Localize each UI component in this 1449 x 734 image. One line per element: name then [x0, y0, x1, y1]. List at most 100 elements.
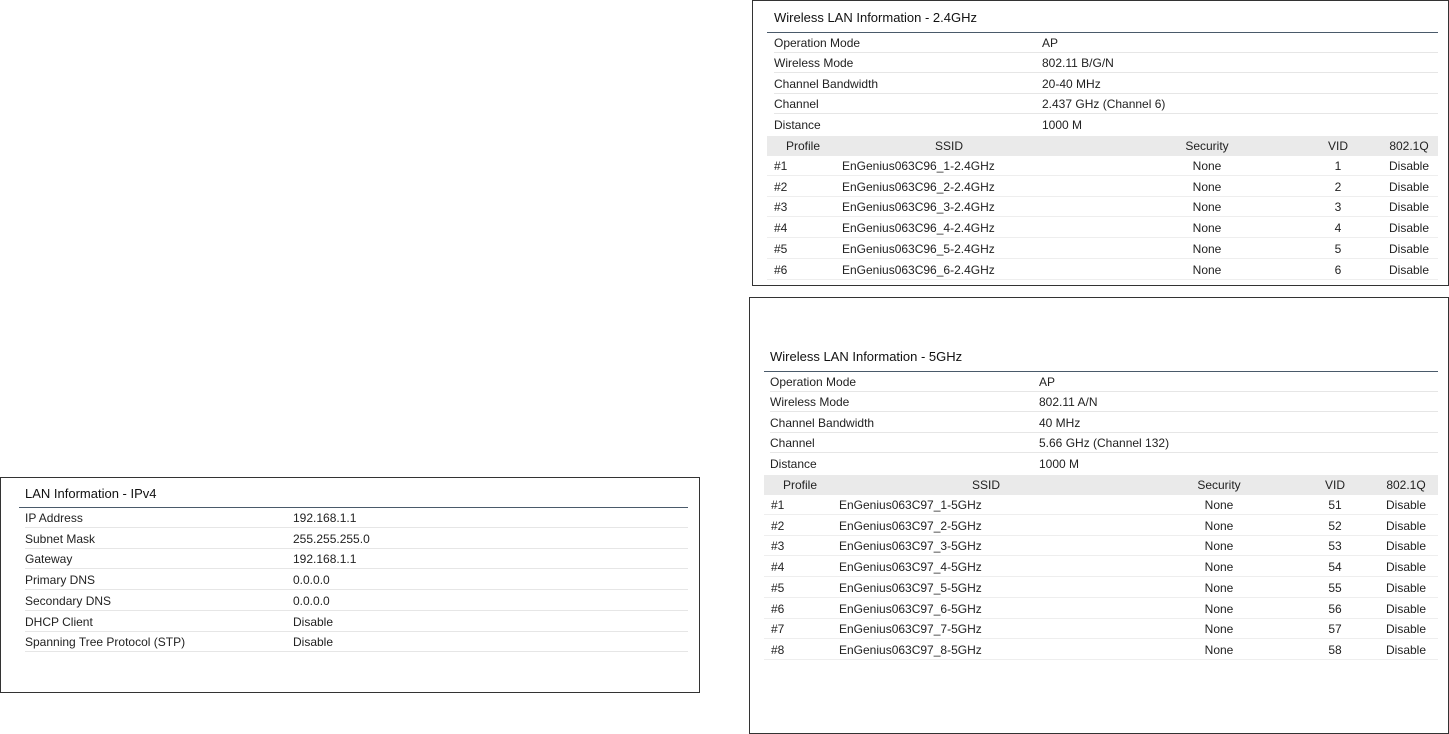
8021q-cell: Disable: [1385, 560, 1427, 575]
info-label: Gateway: [25, 552, 73, 567]
ssid-cell: EnGenius063C97_4-5GHz: [839, 560, 982, 575]
vid-cell: 55: [1328, 580, 1342, 595]
info-row-wireless-mode: Wireless Mode 802.11 B/G/N: [774, 53, 1438, 73]
info-row-distance: Distance 1000 M: [770, 454, 1438, 474]
ssid-cell: EnGenius063C97_7-5GHz: [839, 622, 982, 637]
info-value: Disable: [293, 614, 334, 629]
info-value: 5.66 GHz (Channel 132): [1039, 436, 1170, 450]
wlan-24ghz-title: Wireless LAN Information - 2.4GHz: [774, 10, 978, 25]
wlan-5ghz-panel: Wireless LAN Information - 5GHz Operatio…: [749, 297, 1449, 734]
info-label: Distance: [770, 457, 817, 471]
table-row: #6 EnGenius063C97_6-5GHz None 56 Disable: [764, 599, 1438, 619]
ssid-cell: EnGenius063C96_3-2.4GHz: [842, 200, 995, 215]
8021q-cell: Disable: [1388, 179, 1430, 194]
lan-ipv4-title: LAN Information - IPv4: [25, 486, 157, 501]
vid-cell: 51: [1328, 498, 1342, 512]
table-row: #1 EnGenius063C97_1-5GHz None 51 Disable: [764, 495, 1438, 515]
info-label: Distance: [774, 118, 821, 132]
vid-cell: 4: [1334, 221, 1342, 236]
profile-cell: #4: [771, 560, 785, 575]
ssid-cell: EnGenius063C96_5-2.4GHz: [842, 241, 995, 256]
8021q-cell: Disable: [1388, 262, 1430, 277]
security-cell: None: [1192, 262, 1222, 277]
vid-cell: 6: [1334, 262, 1342, 277]
info-row-channel: Channel 2.437 GHz (Channel 6): [774, 94, 1438, 114]
info-value: Disable: [293, 635, 334, 650]
info-row-channel-bandwidth: Channel Bandwidth 20-40 MHz: [774, 74, 1438, 94]
security-cell: None: [1204, 622, 1234, 637]
info-row-operation-mode: Operation Mode AP: [770, 372, 1438, 392]
table-row: #6 EnGenius063C96_6-2.4GHz None 6 Disable: [767, 260, 1438, 280]
info-row-channel: Channel 5.66 GHz (Channel 132): [770, 433, 1438, 453]
info-row-distance: Distance 1000 M: [774, 115, 1438, 135]
profile-cell: #5: [774, 241, 788, 256]
8021q-cell: Disable: [1388, 221, 1430, 236]
info-label: IP Address: [25, 511, 83, 525]
info-value: 192.168.1.1: [293, 511, 357, 525]
security-cell: None: [1192, 241, 1222, 256]
ssid-cell: EnGenius063C96_1-2.4GHz: [842, 159, 995, 173]
info-value: 192.168.1.1: [293, 552, 357, 567]
col-8021q-header: 802.1Q: [1386, 478, 1426, 492]
security-cell: None: [1204, 601, 1234, 616]
8021q-cell: Disable: [1388, 159, 1430, 173]
vid-cell: 1: [1334, 159, 1342, 173]
wlan-24ghz-panel: Wireless LAN Information - 2.4GHz Operat…: [752, 0, 1449, 286]
info-value: AP: [1042, 36, 1059, 50]
8021q-cell: Disable: [1385, 622, 1427, 637]
info-row-operation-mode: Operation Mode AP: [774, 33, 1438, 53]
security-cell: None: [1204, 539, 1234, 554]
security-cell: None: [1204, 498, 1234, 512]
profile-cell: #1: [771, 498, 785, 512]
info-row-channel-bandwidth: Channel Bandwidth 40 MHz: [770, 413, 1438, 433]
info-label: Subnet Mask: [25, 531, 96, 546]
8021q-cell: Disable: [1385, 601, 1427, 616]
table-row: #2 EnGenius063C97_2-5GHz None 52 Disable: [764, 516, 1438, 536]
8021q-cell: Disable: [1388, 200, 1430, 215]
security-cell: None: [1192, 159, 1222, 173]
lan-ipv4-panel: LAN Information - IPv4 IP Address 192.168…: [0, 477, 700, 693]
profile-cell: #8: [771, 642, 785, 657]
vid-cell: 53: [1328, 539, 1342, 554]
info-value: 0.0.0.0: [293, 593, 330, 608]
table-row: #5 EnGenius063C97_5-5GHz None 55 Disable: [764, 578, 1438, 598]
8021q-cell: Disable: [1385, 498, 1427, 512]
info-row: Primary DNS 0.0.0.0: [25, 570, 688, 591]
ssid-cell: EnGenius063C97_1-5GHz: [839, 498, 982, 512]
table-row: #4 EnGenius063C97_4-5GHz None 54 Disable: [764, 557, 1438, 578]
ssid-cell: EnGenius063C97_6-5GHz: [839, 601, 982, 616]
security-cell: None: [1204, 518, 1234, 533]
info-value: 802.11 A/N: [1039, 395, 1098, 409]
security-cell: None: [1192, 200, 1222, 215]
info-label: Channel Bandwidth: [774, 77, 879, 91]
info-label: Channel: [774, 97, 819, 111]
info-row: IP Address 192.168.1.1: [25, 508, 688, 528]
security-cell: None: [1204, 580, 1234, 595]
security-cell: None: [1192, 221, 1222, 236]
vid-cell: 52: [1328, 518, 1342, 533]
table-row: #3 EnGenius063C97_3-5GHz None 53 Disable: [764, 536, 1438, 557]
info-row: Gateway 192.168.1.1: [25, 549, 688, 570]
ssid-cell: EnGenius063C96_2-2.4GHz: [842, 179, 995, 194]
security-cell: None: [1204, 642, 1234, 657]
info-value: 20-40 MHz: [1042, 77, 1101, 91]
vid-cell: 2: [1334, 179, 1342, 194]
profile-cell: #1: [774, 159, 788, 173]
info-label: Secondary DNS: [25, 593, 112, 608]
info-value: 1000 M: [1039, 457, 1080, 471]
info-label: Wireless Mode: [774, 56, 854, 70]
profile-cell: #6: [771, 601, 785, 616]
table-row: #8 EnGenius063C97_8-5GHz None 58 Disable: [764, 640, 1438, 660]
8021q-cell: Disable: [1385, 642, 1427, 657]
info-label: Channel Bandwidth: [770, 416, 875, 430]
col-profile-header: Profile: [785, 139, 820, 153]
profile-cell: #4: [774, 221, 788, 236]
info-row: DHCP Client Disable: [25, 612, 688, 632]
col-ssid-header: SSID: [934, 139, 963, 153]
profile-table-header: Profile SSID Security VID 802.1Q: [767, 136, 1438, 156]
profile-cell: #3: [771, 539, 785, 554]
8021q-cell: Disable: [1385, 580, 1427, 595]
vid-cell: 54: [1328, 560, 1342, 575]
profile-cell: #3: [774, 200, 788, 215]
table-row: #4 EnGenius063C96_4-2.4GHz None 4 Disable: [767, 218, 1438, 239]
